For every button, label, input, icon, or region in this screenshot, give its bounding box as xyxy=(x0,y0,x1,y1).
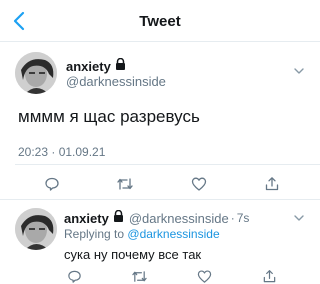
reply-text: сука ну почему все так xyxy=(64,247,202,262)
share-icon xyxy=(264,269,276,282)
reply-button[interactable] xyxy=(42,174,62,194)
tweet-text: мммм я щас разревусь xyxy=(18,107,200,126)
retweet-icon xyxy=(132,270,147,282)
reply-time[interactable]: 7s xyxy=(237,211,250,225)
reply-actions xyxy=(64,266,280,284)
handle: @darknessinside xyxy=(66,74,166,89)
like-button[interactable] xyxy=(195,266,215,284)
page-title: Tweet xyxy=(139,13,181,30)
reply-more-button[interactable] xyxy=(292,211,306,225)
replying-to: Replying to @darknessinside xyxy=(64,227,220,241)
display-name: anxiety xyxy=(66,58,111,74)
tweet-author[interactable]: anxiety xyxy=(66,57,126,75)
lock-icon xyxy=(113,209,124,227)
share-icon xyxy=(265,177,279,191)
share-button[interactable] xyxy=(260,266,280,284)
retweet-button[interactable] xyxy=(129,266,149,284)
heart-icon xyxy=(191,177,206,191)
replying-to-handle[interactable]: @darknessinside xyxy=(127,227,219,241)
reply-icon xyxy=(45,177,59,191)
reply-icon xyxy=(67,270,81,283)
like-button[interactable] xyxy=(189,174,209,194)
reply-button[interactable] xyxy=(64,266,84,284)
retweet-button[interactable] xyxy=(115,174,135,194)
retweet-icon xyxy=(117,178,133,190)
chevron-down-icon xyxy=(294,68,304,74)
divider xyxy=(0,199,320,200)
reply-author-row[interactable]: anxiety @darknessinside · 7s xyxy=(64,209,249,227)
heart-icon xyxy=(197,269,212,283)
avatar[interactable] xyxy=(15,52,57,94)
chevron-down-icon xyxy=(294,215,304,221)
top-bar: Tweet xyxy=(0,0,320,42)
tweet-more-button[interactable] xyxy=(292,64,306,78)
tweet-actions xyxy=(42,174,282,194)
share-button[interactable] xyxy=(262,174,282,194)
replying-to-label: Replying to xyxy=(64,227,125,241)
handle: @darknessinside xyxy=(128,210,229,226)
tweet-timestamp[interactable]: 20:23 · 01.09.21 xyxy=(18,145,105,159)
separator: · xyxy=(230,211,235,225)
divider xyxy=(15,164,320,165)
tweet-handle-row: @darknessinside xyxy=(66,74,166,89)
display-name: anxiety xyxy=(64,210,109,226)
reply-avatar[interactable] xyxy=(15,208,57,250)
lock-icon xyxy=(115,57,126,75)
